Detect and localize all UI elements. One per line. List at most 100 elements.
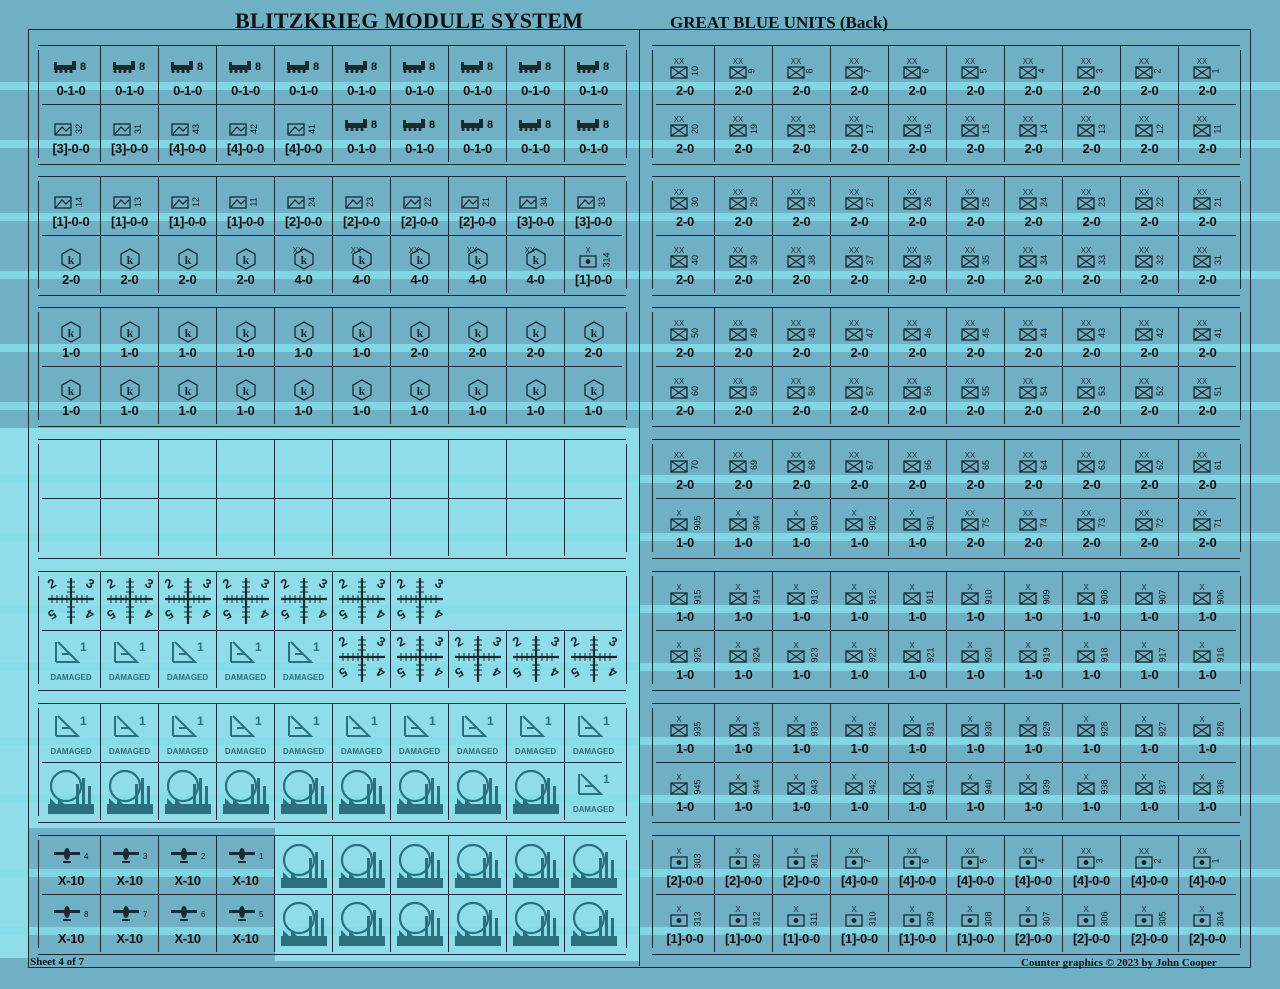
svg-text:5: 5 bbox=[394, 664, 408, 681]
svg-text:X: X bbox=[851, 715, 857, 724]
unit-id: 8 bbox=[804, 68, 815, 74]
counter: XX 15 2-0 bbox=[946, 104, 1004, 162]
unit-strength: 2-0 bbox=[1082, 214, 1101, 229]
factory-icon bbox=[217, 762, 275, 820]
counter bbox=[332, 836, 390, 894]
left-block-edge bbox=[626, 444, 627, 552]
svg-text:XX: XX bbox=[791, 115, 802, 124]
unit-id: 39 bbox=[749, 254, 760, 266]
unit-strength: 2-0 bbox=[966, 214, 985, 229]
svg-text:X: X bbox=[851, 773, 857, 782]
counter: k 1-0 bbox=[274, 308, 332, 366]
unit-id: 42 bbox=[249, 123, 260, 135]
unit-strength: 2-0 bbox=[1024, 214, 1043, 229]
unit-strength: 2-0 bbox=[734, 477, 753, 492]
unit-id: 301 bbox=[809, 853, 820, 869]
svg-text:XX: XX bbox=[1081, 377, 1092, 386]
counter: XX 40 2-0 bbox=[656, 235, 714, 293]
svg-text:XX: XX bbox=[907, 57, 918, 66]
unit-id: 3 bbox=[1094, 858, 1105, 864]
svg-text:XX: XX bbox=[467, 246, 478, 255]
right-block-edge bbox=[1240, 840, 1241, 948]
unit-id: 1 bbox=[603, 772, 610, 786]
svg-text:XX: XX bbox=[674, 377, 685, 386]
left-block-edge bbox=[626, 576, 627, 684]
unit-id: 1 bbox=[139, 714, 146, 728]
blank-counter bbox=[506, 572, 564, 630]
counter: 11 [1]-0-0 bbox=[216, 177, 274, 235]
counter: X 928 1-0 bbox=[1062, 704, 1120, 762]
svg-text:X: X bbox=[735, 509, 741, 518]
svg-text:3: 3 bbox=[606, 633, 620, 650]
counter: XX 28 2-0 bbox=[772, 177, 830, 235]
unit-strength: [1]-0-0 bbox=[666, 931, 704, 946]
counter: XX 73 2-0 bbox=[1062, 498, 1120, 556]
unit-strength: X-10 bbox=[174, 873, 201, 888]
unit-strength: 2-0 bbox=[908, 83, 927, 98]
svg-text:XX: XX bbox=[1197, 847, 1208, 856]
svg-text:X: X bbox=[735, 847, 741, 856]
unit-strength: 2-0 bbox=[1198, 403, 1217, 418]
unit-strength: 4-0 bbox=[352, 272, 371, 287]
left-block-edge bbox=[626, 708, 627, 816]
unit-strength: [1]-0-0 bbox=[52, 214, 90, 229]
counter: XX 5 [4]-0-0 bbox=[946, 836, 1004, 894]
counter: 2 3 5 4 bbox=[42, 572, 100, 630]
counter: XX 7 [4]-0-0 bbox=[830, 836, 888, 894]
unit-strength: 1-0 bbox=[584, 403, 603, 418]
counter: 2 3 5 4 bbox=[216, 572, 274, 630]
svg-text:k: k bbox=[243, 384, 250, 398]
unit-id: 8 bbox=[487, 61, 494, 73]
unit-id: 8 bbox=[197, 61, 204, 73]
svg-text:k: k bbox=[301, 253, 308, 267]
counter: k 1-0 bbox=[100, 308, 158, 366]
svg-text:XX: XX bbox=[965, 57, 976, 66]
counter: XX 14 2-0 bbox=[1004, 104, 1062, 162]
unit-strength: 2-0 bbox=[1082, 535, 1101, 550]
counter bbox=[216, 762, 274, 820]
svg-text:2: 2 bbox=[336, 633, 350, 650]
svg-text:XX: XX bbox=[1139, 847, 1150, 856]
unit-id: 931 bbox=[925, 721, 936, 737]
unit-strength: 2-0 bbox=[908, 345, 927, 360]
right-block-edge bbox=[1240, 50, 1241, 158]
unit-id: 60 bbox=[690, 385, 701, 397]
unit-strength: 1-0 bbox=[1198, 741, 1217, 756]
left-block-edge bbox=[626, 181, 627, 289]
unit-id: 945 bbox=[692, 779, 703, 795]
svg-text:X: X bbox=[967, 905, 973, 914]
unit-id: 10 bbox=[690, 65, 701, 77]
unit-id: 66 bbox=[923, 459, 934, 471]
left-block-edge bbox=[38, 444, 39, 552]
svg-text:3: 3 bbox=[490, 633, 504, 650]
svg-text:k: k bbox=[359, 326, 366, 340]
counter: XX 27 2-0 bbox=[830, 177, 888, 235]
svg-text:3: 3 bbox=[374, 633, 388, 650]
svg-text:k: k bbox=[417, 326, 424, 340]
unit-strength: 2-0 bbox=[792, 141, 811, 156]
svg-text:2: 2 bbox=[336, 575, 350, 592]
counter: 1 DAMAGED bbox=[158, 704, 216, 762]
svg-text:X: X bbox=[735, 715, 741, 724]
unit-id: 3 bbox=[1094, 68, 1105, 74]
svg-text:k: k bbox=[127, 384, 134, 398]
unit-strength: 1-0 bbox=[792, 799, 811, 814]
counter: X 934 1-0 bbox=[714, 704, 772, 762]
right-block-edge bbox=[652, 50, 653, 158]
unit-strength: 1-0 bbox=[676, 741, 694, 756]
counter: X 313 [1]-0-0 bbox=[656, 894, 714, 952]
svg-text:X: X bbox=[735, 583, 741, 592]
counter: X 932 1-0 bbox=[830, 704, 888, 762]
counter: X 904 1-0 bbox=[714, 498, 772, 556]
svg-text:3: 3 bbox=[142, 575, 156, 592]
unit-id: 12 bbox=[1155, 123, 1166, 135]
svg-text:X: X bbox=[676, 583, 682, 592]
svg-text:5: 5 bbox=[162, 606, 176, 623]
unit-id: 55 bbox=[981, 385, 992, 397]
svg-text:XX: XX bbox=[907, 377, 918, 386]
unit-id: 6 bbox=[920, 68, 931, 74]
rail-cross-icon: 2 3 5 4 bbox=[42, 572, 100, 630]
unit-id: 903 bbox=[809, 515, 820, 531]
counter: 1 DAMAGED bbox=[274, 704, 332, 762]
counter: X 935 1-0 bbox=[656, 704, 714, 762]
